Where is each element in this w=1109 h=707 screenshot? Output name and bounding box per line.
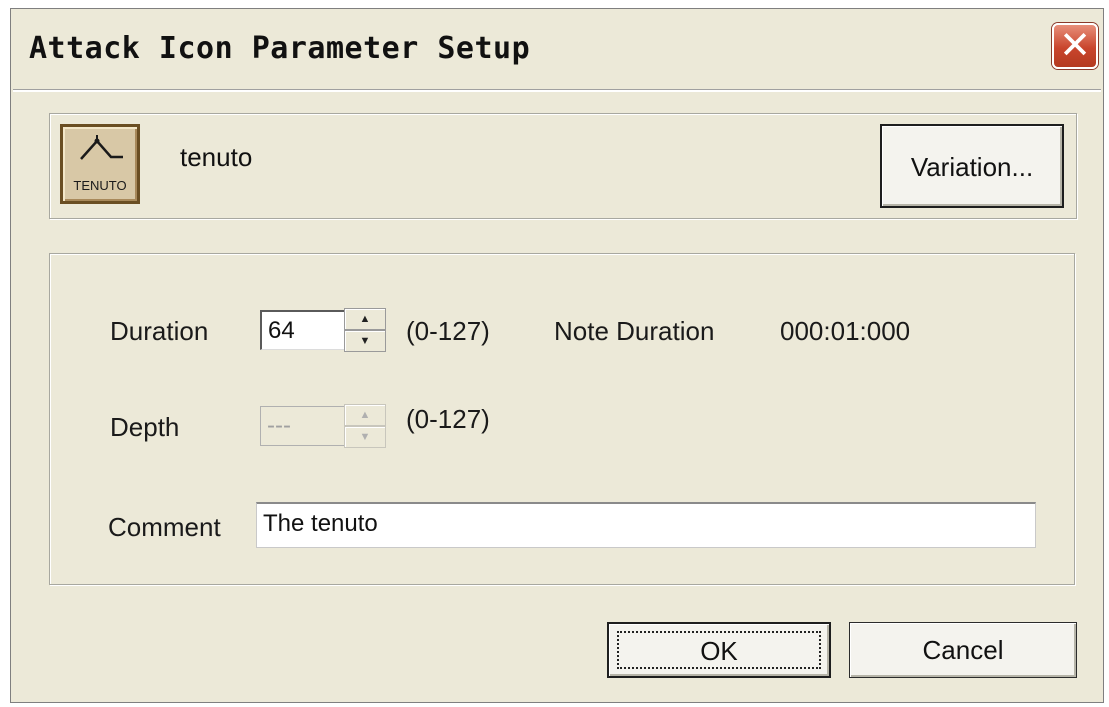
duration-range: (0-127)	[406, 316, 490, 346]
title-separator	[13, 89, 1101, 92]
depth-down-button[interactable]: ▼	[344, 426, 386, 448]
duration-up-button[interactable]: ▲	[344, 308, 386, 330]
depth-spinner: ▲ ▼	[344, 404, 386, 448]
duration-down-button[interactable]: ▼	[344, 330, 386, 352]
dialog-window: Attack Icon Parameter Setup ✕ TENUTO ten…	[10, 8, 1104, 703]
note-duration-label: Note Duration	[554, 316, 715, 346]
ok-label: OK	[700, 636, 738, 666]
cancel-button[interactable]: Cancel	[849, 622, 1077, 678]
depth-input[interactable]: ---	[260, 406, 348, 446]
tenuto-icon: TENUTO	[60, 124, 140, 204]
window-title: Attack Icon Parameter Setup	[29, 31, 531, 66]
comment-label: Comment	[108, 512, 221, 542]
duration-input[interactable]: 64	[260, 310, 348, 350]
depth-up-button[interactable]: ▲	[344, 404, 386, 426]
title-bar[interactable]: Attack Icon Parameter Setup ✕	[11, 9, 1103, 89]
icon-name: tenuto	[180, 142, 253, 172]
icon-group: TENUTO tenuto Variation...	[49, 113, 1077, 219]
tenuto-symbol-icon	[80, 135, 123, 160]
close-icon: ✕	[1059, 23, 1091, 67]
note-duration-value: 000:01:000	[780, 316, 911, 346]
parameters-group: Duration 64 ▲ ▼ (0-127) Note Duration 00…	[49, 253, 1075, 585]
variation-button[interactable]: Variation...	[880, 124, 1064, 208]
depth-range: (0-127)	[406, 404, 490, 434]
depth-label: Depth	[110, 412, 180, 442]
duration-spinner: ▲ ▼	[344, 308, 386, 352]
ok-button[interactable]: OK	[607, 622, 831, 678]
close-button[interactable]: ✕	[1052, 23, 1098, 69]
icon-caption: TENUTO	[73, 178, 127, 193]
comment-input[interactable]: The tenuto	[256, 502, 1036, 548]
duration-label: Duration	[110, 316, 209, 346]
